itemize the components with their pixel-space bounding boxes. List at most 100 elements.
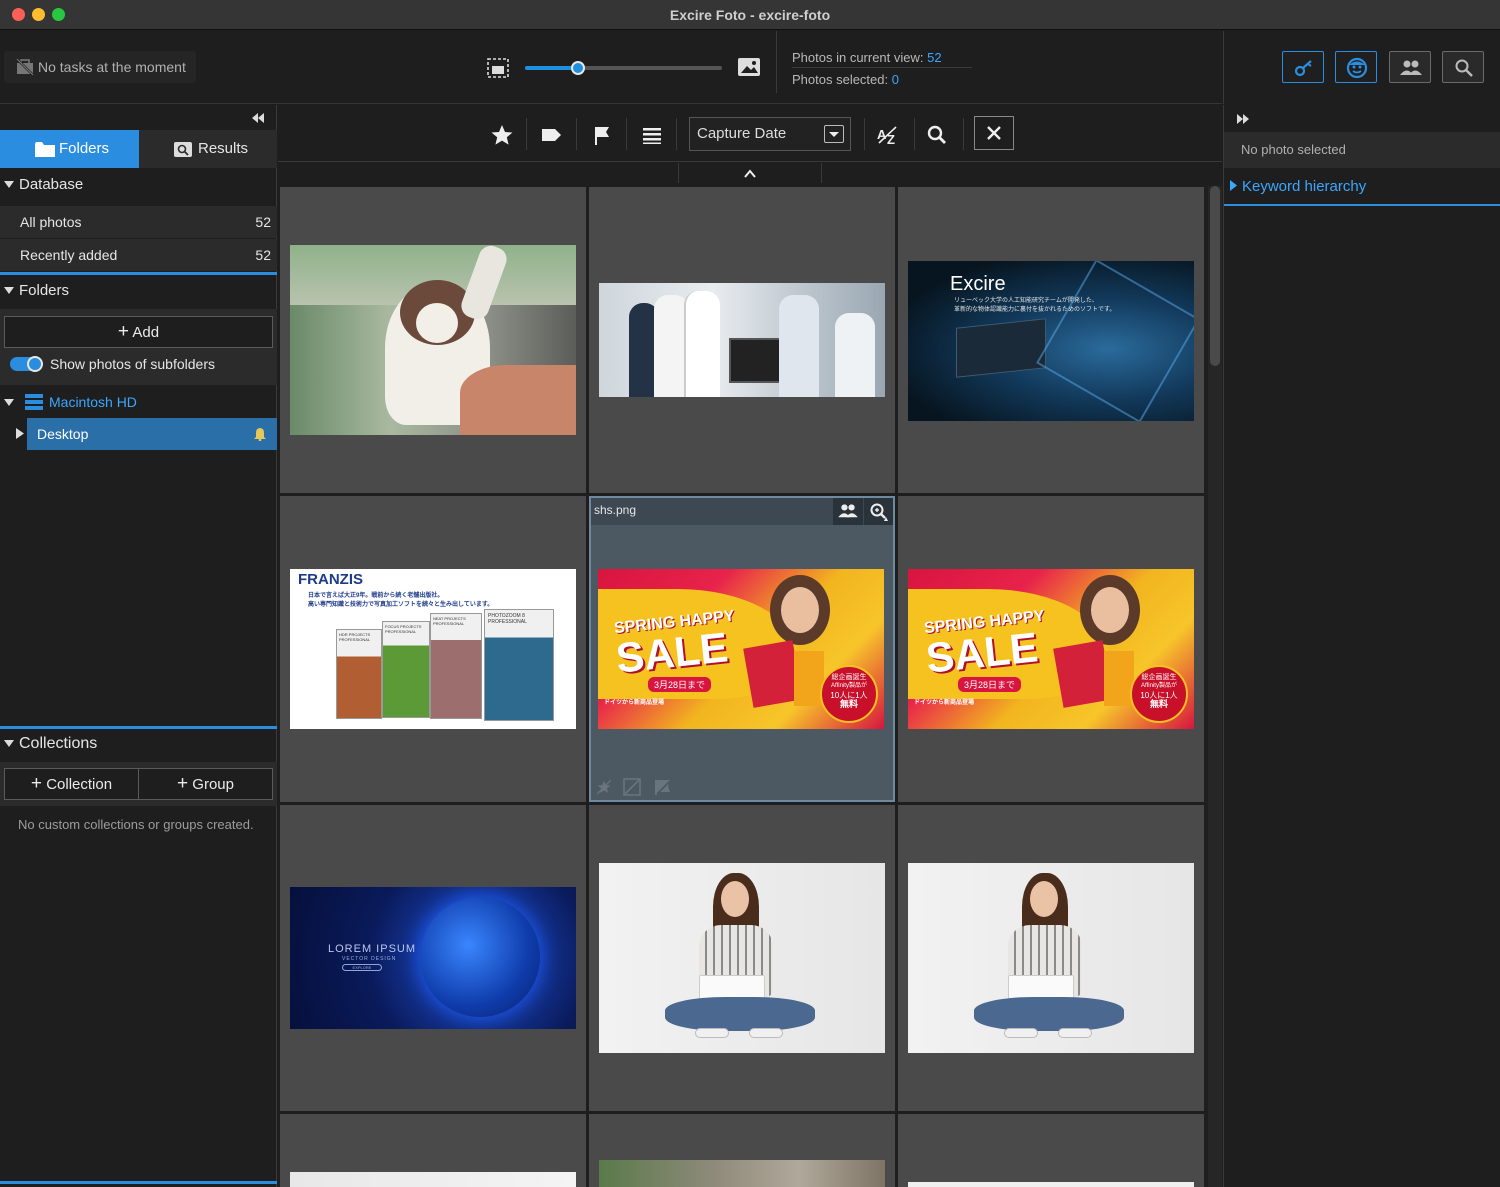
large-thumbnails-icon[interactable]: [737, 57, 761, 77]
photo-tile[interactable]: Excire リューベック大学の人工知能研究チームが開発した、 革新的な物体認識…: [898, 187, 1204, 493]
shoe: [1058, 1028, 1092, 1038]
label-off-icon[interactable]: [623, 778, 641, 796]
badge-text: 無料: [1149, 699, 1168, 709]
collections-empty-text: No custom collections or groups created.: [18, 817, 254, 832]
person: [835, 313, 875, 397]
results-icon: [174, 142, 192, 157]
flag-off-icon[interactable]: [654, 778, 672, 796]
photo-tile[interactable]: [589, 187, 895, 493]
sort-order-icon[interactable]: AZ: [875, 122, 901, 148]
search-icon: [1455, 59, 1473, 77]
folders-section-header[interactable]: Folders: [0, 275, 277, 307]
keyword-hierarchy-header[interactable]: Keyword hierarchy: [1224, 170, 1500, 206]
tab-folders[interactable]: Folders: [0, 130, 139, 168]
add-folder-label: Add: [132, 324, 160, 341]
franzis-logo: FRANZIS: [298, 571, 363, 588]
disclosure-closed-icon[interactable]: [16, 428, 24, 439]
add-collection-button[interactable]: + Collection: [4, 768, 139, 800]
close-icon: [987, 126, 1001, 140]
bell-icon[interactable]: [254, 427, 266, 441]
jeans: [974, 997, 1124, 1031]
drive-row[interactable]: Macintosh HD: [0, 386, 277, 418]
person: [779, 295, 819, 397]
keyword-mode-button[interactable]: [1282, 51, 1324, 83]
tile-footer: [591, 773, 893, 800]
shoe: [1004, 1028, 1038, 1038]
folder-row-desktop[interactable]: Desktop: [0, 418, 277, 450]
divider: [526, 118, 527, 150]
divider: [914, 118, 915, 150]
no-selection-text: No photo selected: [1241, 142, 1346, 157]
divider: [963, 118, 964, 150]
section-divider: [0, 1181, 277, 1184]
photo-tile[interactable]: [280, 187, 586, 493]
people-mode-button[interactable]: [1389, 51, 1431, 83]
photo-tile[interactable]: LOREM IPSUM VECTOR DESIGN EXPLORE: [280, 805, 586, 1111]
photo-tile[interactable]: [589, 805, 895, 1111]
promo-badge: 総企画誕生 Affinity製品が 10人に1人 無料: [1130, 665, 1188, 723]
plus-icon: +: [117, 321, 130, 342]
search-mode-button[interactable]: [1442, 51, 1484, 83]
people-button[interactable]: [833, 498, 863, 525]
database-item-all-photos[interactable]: All photos 52: [0, 206, 277, 238]
product-box: FOCUS PROJECTS PROFESSIONAL: [382, 621, 430, 718]
photo-thumbnail: [599, 863, 885, 1053]
sale-footer: ドイツから新商品登場: [604, 700, 665, 706]
photo-tile[interactable]: [898, 1114, 1204, 1187]
photo-thumbnail: [290, 1172, 576, 1187]
thumbnail-size-slider[interactable]: [525, 61, 722, 75]
flag-filter-icon[interactable]: [589, 122, 615, 148]
photos-selected-label: Photos selected:: [792, 72, 889, 87]
photos-in-view-label: Photos in current view:: [792, 50, 924, 65]
add-group-button[interactable]: + Group: [138, 768, 273, 800]
photo-tile-selected[interactable]: shs.png SPRING HAPPY SALE 3月28日まで ドイツから新商品登…: [589, 496, 895, 802]
small-thumbnails-icon[interactable]: [487, 58, 509, 78]
selected-folder[interactable]: Desktop: [27, 418, 277, 450]
expand-panel-icon[interactable]: [1236, 113, 1250, 125]
sale-date: 3月28日まで: [648, 677, 712, 692]
scrollbar-thumb[interactable]: [1210, 186, 1220, 366]
divider: [676, 118, 677, 150]
task-status[interactable]: No tasks at the moment: [4, 51, 196, 83]
explore-button: EXPLORE: [342, 964, 382, 971]
clear-filters-button[interactable]: [974, 116, 1014, 150]
sort-field-value: Capture Date: [697, 125, 787, 142]
filter-toolbar: Capture Date AZ: [278, 105, 1222, 162]
tab-results[interactable]: Results: [139, 130, 277, 168]
divider: [576, 118, 577, 150]
jeans: [665, 997, 815, 1031]
database-item-label: Recently added: [20, 247, 118, 263]
photo-tile[interactable]: [898, 805, 1204, 1111]
badge-text: 総企画誕生: [831, 674, 867, 681]
collapse-left-panel-icon[interactable]: [251, 112, 265, 124]
rating-star-off-icon[interactable]: [596, 779, 612, 795]
photo-tile[interactable]: [589, 1114, 895, 1187]
slider-knob[interactable]: [571, 61, 586, 75]
add-folder-button[interactable]: + Add: [4, 316, 273, 348]
sort-field-select[interactable]: Capture Date: [689, 117, 851, 151]
tab-results-label: Results: [198, 140, 249, 157]
chevron-up-icon[interactable]: [744, 169, 756, 178]
photo-tile[interactable]: SPRING HAPPY SALE 3月28日まで ドイツから新商品登場 総企画誕生 Af…: [898, 496, 1204, 802]
product-box: PHOTOZOOM 8 PROFESSIONAL: [484, 609, 554, 721]
database-item-recently-added[interactable]: Recently added 52: [0, 239, 277, 271]
star-filter-icon[interactable]: [489, 122, 515, 148]
disclosure-open-icon: [4, 399, 14, 406]
grid-scrollbar[interactable]: [1208, 186, 1222, 1187]
folders-title: Folders: [19, 282, 70, 299]
list-filter-icon[interactable]: [639, 122, 665, 148]
zoom-button[interactable]: [864, 498, 893, 525]
tile-filename: shs.png: [594, 503, 637, 517]
database-section-header[interactable]: Database: [0, 169, 277, 201]
search-icon[interactable]: [924, 122, 950, 148]
face-mode-button[interactable]: [1335, 51, 1377, 83]
label-filter-icon[interactable]: [539, 122, 565, 148]
panel-tabs: Folders Results: [0, 130, 277, 168]
show-subfolders-toggle[interactable]: [10, 356, 43, 372]
right-panel: No photo selected Keyword hierarchy: [1223, 105, 1500, 1187]
photo-tile[interactable]: [280, 1114, 586, 1187]
collections-section-header[interactable]: Collections: [0, 728, 277, 760]
photo-tile[interactable]: FRANZIS 日本で言えば大正9年。戦前から続く老舗出版社。 高い専門知識と技…: [280, 496, 586, 802]
collection-label: Collection: [46, 776, 113, 793]
tile-header: shs.png: [591, 498, 893, 525]
